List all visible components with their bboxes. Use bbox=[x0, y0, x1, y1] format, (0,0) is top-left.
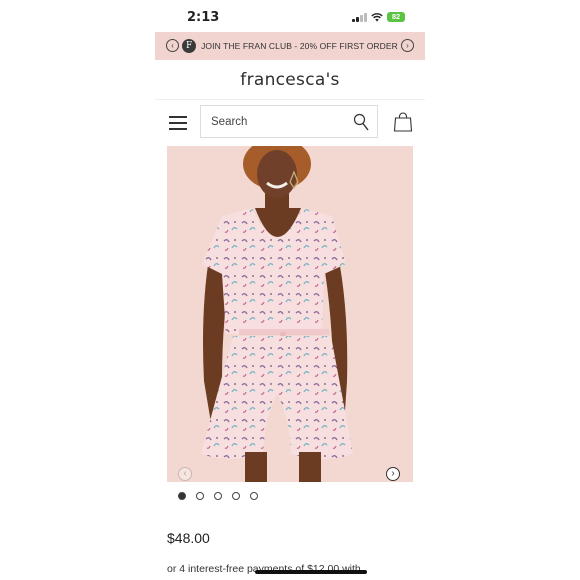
carousel-dot[interactable] bbox=[232, 492, 240, 500]
product-photo-illustration bbox=[201, 146, 353, 482]
shopping-bag-icon[interactable] bbox=[393, 112, 413, 132]
chevron-right-icon[interactable]: › bbox=[401, 39, 414, 52]
carousel-next-icon[interactable]: › bbox=[386, 467, 400, 481]
home-indicator bbox=[255, 570, 367, 574]
search-bar[interactable] bbox=[200, 105, 378, 138]
status-time: 2:13 bbox=[187, 10, 220, 25]
brand-logo[interactable]: francesca's bbox=[155, 62, 425, 98]
promo-banner[interactable]: ‹ F JOIN THE FRAN CLUB - 20% OFF FIRST O… bbox=[155, 32, 425, 60]
battery-icon: 82 bbox=[387, 12, 405, 22]
carousel-prev-icon[interactable]: ‹ bbox=[178, 467, 192, 481]
promo-text[interactable]: JOIN THE FRAN CLUB - 20% OFF FIRST ORDER bbox=[201, 41, 398, 51]
status-bar: 2:13 bbox=[155, 0, 425, 32]
carousel-dot[interactable] bbox=[250, 492, 258, 500]
fran-club-logo: F bbox=[182, 39, 197, 53]
wifi-icon bbox=[371, 13, 383, 22]
chevron-left-icon[interactable]: ‹ bbox=[166, 39, 179, 52]
divider bbox=[155, 99, 425, 100]
cellular-signal-icon bbox=[352, 13, 367, 22]
search-input[interactable] bbox=[211, 113, 341, 131]
carousel-dot[interactable] bbox=[178, 492, 186, 500]
carousel-dot[interactable] bbox=[214, 492, 222, 500]
magnifier-icon[interactable] bbox=[353, 113, 369, 131]
carousel-dot[interactable] bbox=[196, 492, 204, 500]
hamburger-menu-icon[interactable] bbox=[169, 116, 187, 130]
product-price: $48.00 bbox=[167, 530, 210, 546]
carousel-dots bbox=[178, 492, 258, 500]
product-image[interactable] bbox=[167, 146, 413, 482]
